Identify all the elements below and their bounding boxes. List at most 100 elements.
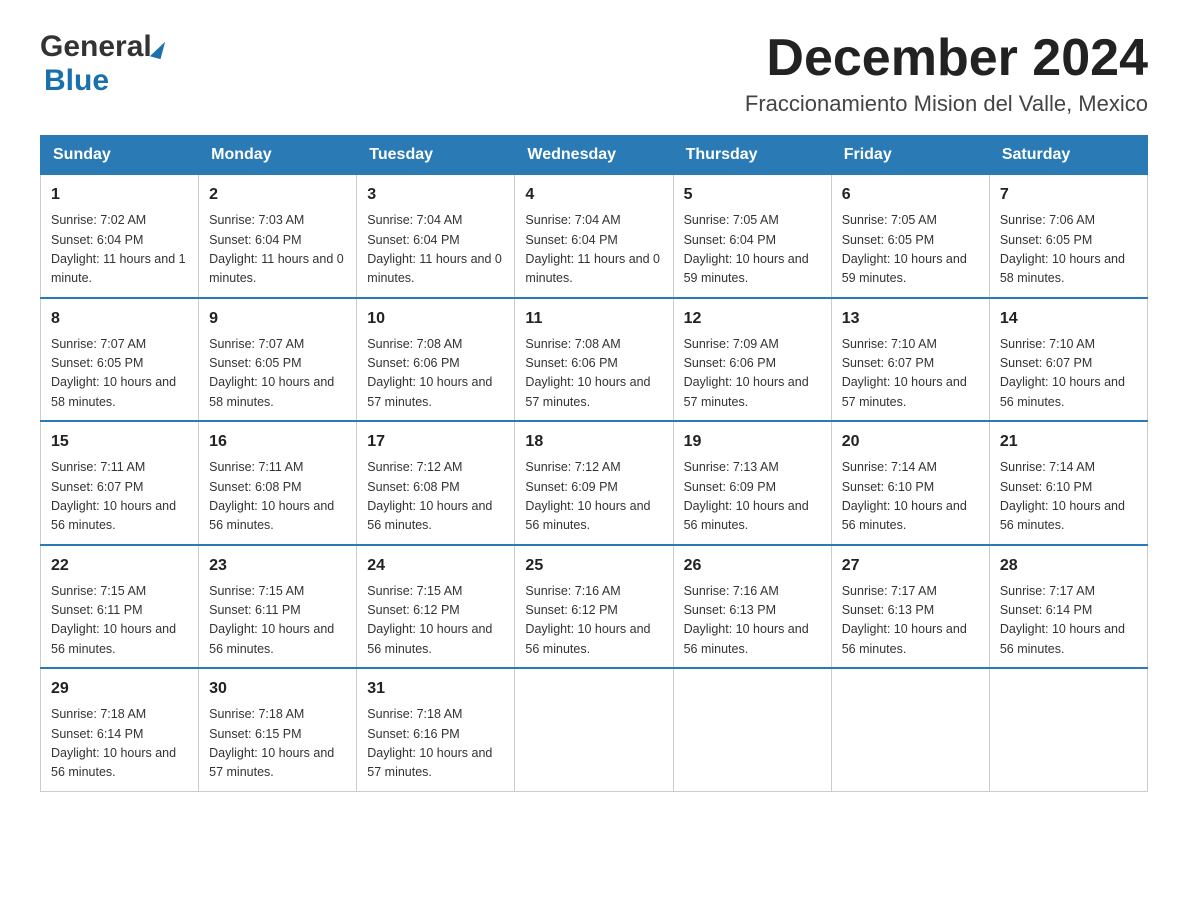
table-row [515,668,673,791]
day-number: 1 [51,183,188,207]
header-saturday: Saturday [989,136,1147,175]
day-number: 2 [209,183,346,207]
day-info: Sunrise: 7:06 AMSunset: 6:05 PMDaylight:… [1000,211,1137,289]
calendar-week-2: 8Sunrise: 7:07 AMSunset: 6:05 PMDaylight… [41,298,1148,422]
day-number: 30 [209,677,346,701]
day-info: Sunrise: 7:04 AMSunset: 6:04 PMDaylight:… [367,211,504,289]
table-row: 23 Sunrise: 7:15 AMSunset: 6:11 PMDayligh… [199,545,357,669]
table-row: 12 Sunrise: 7:09 AMSunset: 6:06 PMDayligh… [673,298,831,422]
table-row [831,668,989,791]
table-row: 30Sunrise: 7:18 AMSunset: 6:15 PMDayligh… [199,668,357,791]
header-tuesday: Tuesday [357,136,515,175]
day-number: 16 [209,430,346,454]
day-info: Sunrise: 7:04 AMSunset: 6:04 PMDaylight:… [525,211,662,289]
table-row: 18 Sunrise: 7:12 AMSunset: 6:09 PMDayligh… [515,421,673,545]
calendar-week-5: 29 Sunrise: 7:18 AMSunset: 6:14 PMDayligh… [41,668,1148,791]
header-friday: Friday [831,136,989,175]
day-number: 14 [1000,307,1137,331]
day-number: 4 [525,183,662,207]
page-header: General Blue December 2024 Fraccionamien… [40,30,1148,117]
table-row [673,668,831,791]
calendar-week-3: 15 Sunrise: 7:11 AMSunset: 6:07 PMDayligh… [41,421,1148,545]
table-row: 11Sunrise: 7:08 AMSunset: 6:06 PMDayligh… [515,298,673,422]
day-info: Sunrise: 7:07 AMSunset: 6:05 PMDaylight:… [209,335,346,413]
day-info: Sunrise: 7:15 AMSunset: 6:11 PMDaylight:… [51,582,188,660]
table-row: 4 Sunrise: 7:04 AMSunset: 6:04 PMDaylight… [515,175,673,298]
header-monday: Monday [199,136,357,175]
day-number: 22 [51,554,188,578]
day-info: Sunrise: 7:18 AMSunset: 6:16 PMDaylight:… [367,705,504,783]
day-number: 21 [1000,430,1137,454]
day-info: Sunrise: 7:17 AMSunset: 6:14 PMDaylight:… [1000,582,1137,660]
calendar-week-1: 1 Sunrise: 7:02 AMSunset: 6:04 PMDaylight… [41,175,1148,298]
day-info: Sunrise: 7:05 AMSunset: 6:05 PMDaylight:… [842,211,979,289]
logo-blue-text: Blue [40,64,109,97]
title-section: December 2024 Fraccionamiento Mision del… [745,30,1148,117]
table-row: 6 Sunrise: 7:05 AMSunset: 6:05 PMDaylight… [831,175,989,298]
day-number: 9 [209,307,346,331]
table-row: 31 Sunrise: 7:18 AMSunset: 6:16 PMDayligh… [357,668,515,791]
header-wednesday: Wednesday [515,136,673,175]
table-row: 19Sunrise: 7:13 AMSunset: 6:09 PMDayligh… [673,421,831,545]
table-row: 21 Sunrise: 7:14 AMSunset: 6:10 PMDayligh… [989,421,1147,545]
table-row: 27Sunrise: 7:17 AMSunset: 6:13 PMDayligh… [831,545,989,669]
table-row: 26 Sunrise: 7:16 AMSunset: 6:13 PMDayligh… [673,545,831,669]
day-info: Sunrise: 7:10 AMSunset: 6:07 PMDaylight:… [1000,335,1137,413]
table-row: 1 Sunrise: 7:02 AMSunset: 6:04 PMDaylight… [41,175,199,298]
table-row: 28Sunrise: 7:17 AMSunset: 6:14 PMDayligh… [989,545,1147,669]
calendar-week-4: 22 Sunrise: 7:15 AMSunset: 6:11 PMDayligh… [41,545,1148,669]
day-info: Sunrise: 7:10 AMSunset: 6:07 PMDaylight:… [842,335,979,413]
day-info: Sunrise: 7:16 AMSunset: 6:13 PMDaylight:… [684,582,821,660]
day-info: Sunrise: 7:11 AMSunset: 6:07 PMDaylight:… [51,458,188,536]
day-info: Sunrise: 7:12 AMSunset: 6:09 PMDaylight:… [525,458,662,536]
day-number: 23 [209,554,346,578]
table-row: 8Sunrise: 7:07 AMSunset: 6:05 PMDaylight… [41,298,199,422]
day-number: 12 [684,307,821,331]
table-row [989,668,1147,791]
table-row: 22 Sunrise: 7:15 AMSunset: 6:11 PMDayligh… [41,545,199,669]
day-number: 25 [525,554,662,578]
day-number: 20 [842,430,979,454]
table-row: 17 Sunrise: 7:12 AMSunset: 6:08 PMDayligh… [357,421,515,545]
table-row: 29 Sunrise: 7:18 AMSunset: 6:14 PMDayligh… [41,668,199,791]
day-number: 7 [1000,183,1137,207]
day-info: Sunrise: 7:15 AMSunset: 6:11 PMDaylight:… [209,582,346,660]
logo-general-text: General [40,30,152,64]
day-number: 13 [842,307,979,331]
day-number: 26 [684,554,821,578]
table-row: 7 Sunrise: 7:06 AMSunset: 6:05 PMDaylight… [989,175,1147,298]
day-info: Sunrise: 7:14 AMSunset: 6:10 PMDaylight:… [842,458,979,536]
day-info: Sunrise: 7:15 AMSunset: 6:12 PMDaylight:… [367,582,504,660]
header-thursday: Thursday [673,136,831,175]
header-sunday: Sunday [41,136,199,175]
weekday-header-row: Sunday Monday Tuesday Wednesday Thursday… [41,136,1148,175]
table-row: 2Sunrise: 7:03 AMSunset: 6:04 PMDaylight… [199,175,357,298]
table-row: 5Sunrise: 7:05 AMSunset: 6:04 PMDaylight… [673,175,831,298]
day-info: Sunrise: 7:11 AMSunset: 6:08 PMDaylight:… [209,458,346,536]
table-row: 13 Sunrise: 7:10 AMSunset: 6:07 PMDayligh… [831,298,989,422]
day-info: Sunrise: 7:12 AMSunset: 6:08 PMDaylight:… [367,458,504,536]
day-number: 6 [842,183,979,207]
day-info: Sunrise: 7:09 AMSunset: 6:06 PMDaylight:… [684,335,821,413]
day-info: Sunrise: 7:05 AMSunset: 6:04 PMDaylight:… [684,211,821,289]
table-row: 15 Sunrise: 7:11 AMSunset: 6:07 PMDayligh… [41,421,199,545]
day-number: 3 [367,183,504,207]
table-row: 20 Sunrise: 7:14 AMSunset: 6:10 PMDayligh… [831,421,989,545]
table-row: 10Sunrise: 7:08 AMSunset: 6:06 PMDayligh… [357,298,515,422]
day-info: Sunrise: 7:02 AMSunset: 6:04 PMDaylight:… [51,211,188,289]
table-row: 24 Sunrise: 7:15 AMSunset: 6:12 PMDayligh… [357,545,515,669]
day-number: 10 [367,307,504,331]
day-number: 15 [51,430,188,454]
day-info: Sunrise: 7:16 AMSunset: 6:12 PMDaylight:… [525,582,662,660]
day-info: Sunrise: 7:17 AMSunset: 6:13 PMDaylight:… [842,582,979,660]
day-number: 24 [367,554,504,578]
day-number: 29 [51,677,188,701]
month-title: December 2024 [745,30,1148,87]
day-info: Sunrise: 7:14 AMSunset: 6:10 PMDaylight:… [1000,458,1137,536]
day-number: 18 [525,430,662,454]
day-number: 31 [367,677,504,701]
table-row: 3 Sunrise: 7:04 AMSunset: 6:04 PMDaylight… [357,175,515,298]
day-number: 17 [367,430,504,454]
day-info: Sunrise: 7:18 AMSunset: 6:14 PMDaylight:… [51,705,188,783]
day-info: Sunrise: 7:07 AMSunset: 6:05 PMDaylight:… [51,335,188,413]
